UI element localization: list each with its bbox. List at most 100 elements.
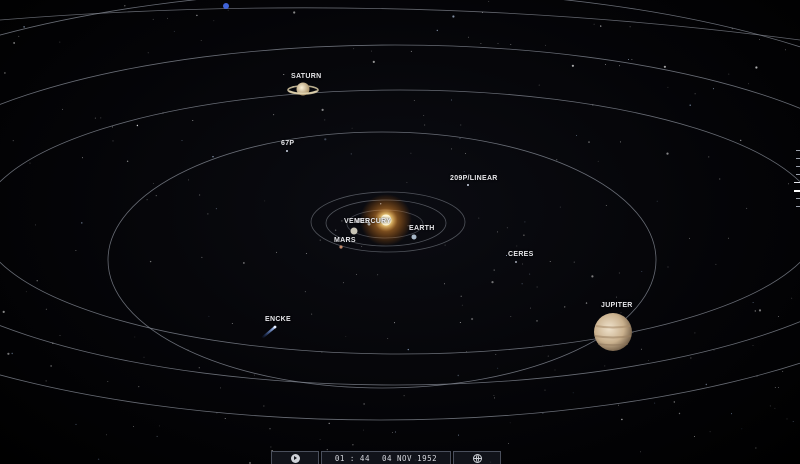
- star: [152, 183, 154, 185]
- star: [715, 263, 717, 265]
- star: [640, 451, 641, 453]
- comet-209p-icon[interactable]: [467, 184, 469, 186]
- star: [326, 449, 328, 451]
- star: [774, 387, 776, 389]
- star: [23, 26, 25, 28]
- star: [220, 387, 222, 389]
- star: [689, 104, 691, 106]
- date-value: 04 NOV 1952: [381, 453, 438, 463]
- star: [181, 140, 183, 142]
- star: [731, 413, 732, 415]
- star: [62, 108, 64, 110]
- star: [311, 313, 313, 315]
- star: [559, 206, 561, 208]
- saturn-icon[interactable]: [287, 82, 319, 96]
- mercury-label[interactable]: MERCURY: [354, 218, 391, 225]
- star: [741, 428, 743, 430]
- star: [201, 256, 203, 258]
- star: [263, 405, 265, 407]
- star: [529, 307, 531, 309]
- star: [506, 255, 507, 256]
- star: [467, 36, 469, 38]
- earth-label[interactable]: EARTH: [409, 225, 435, 232]
- star: [564, 306, 566, 308]
- star: [493, 395, 495, 397]
- star: [471, 317, 474, 321]
- star: [341, 220, 343, 222]
- star: [156, 435, 158, 437]
- far-planet-icon[interactable]: [223, 3, 229, 9]
- star: [497, 43, 499, 45]
- comet-67p-label[interactable]: 67P: [281, 140, 294, 147]
- star: [319, 239, 321, 241]
- star: [351, 127, 353, 129]
- star: [588, 141, 590, 143]
- mars-icon[interactable]: [339, 245, 343, 249]
- star: [444, 283, 445, 285]
- star: [620, 312, 622, 314]
- star: [94, 117, 96, 119]
- mars-label[interactable]: MARS: [334, 237, 356, 244]
- star: [461, 304, 463, 306]
- star: [656, 200, 658, 202]
- star: [59, 41, 61, 43]
- star: [377, 274, 379, 276]
- star: [460, 124, 462, 126]
- star: [759, 38, 760, 40]
- encke-comet-icon[interactable]: [260, 325, 277, 340]
- star: [538, 84, 540, 86]
- star: [529, 273, 531, 275]
- star: [521, 283, 523, 285]
- saturn-label[interactable]: SATURN: [291, 73, 321, 80]
- star: [192, 119, 194, 121]
- star: [522, 263, 524, 265]
- star: [147, 52, 149, 54]
- star: [463, 171, 465, 173]
- ceres-label[interactable]: CERES: [508, 251, 534, 258]
- star: [213, 20, 215, 22]
- star: [648, 360, 649, 362]
- star: [133, 426, 134, 428]
- star: [124, 5, 126, 7]
- encke-label[interactable]: ENCKE: [265, 316, 291, 323]
- star: [45, 308, 47, 310]
- jupiter-icon[interactable]: [594, 313, 632, 351]
- comet-67p-icon[interactable]: [286, 150, 288, 152]
- star: [497, 231, 498, 233]
- star: [253, 374, 255, 376]
- star: [509, 422, 511, 424]
- star: [345, 335, 347, 337]
- star: [506, 227, 508, 229]
- star: [752, 302, 754, 303]
- ceres-icon[interactable]: [515, 261, 517, 263]
- star: [748, 83, 750, 85]
- jupiter-label[interactable]: JUPITER: [601, 302, 633, 309]
- datetime-display[interactable]: 01 : 44 04 NOV 1952: [321, 451, 451, 464]
- star: [158, 425, 160, 427]
- star: [13, 42, 15, 44]
- star: [361, 246, 363, 247]
- view-mode-button[interactable]: [453, 451, 501, 464]
- star: [727, 237, 729, 239]
- star: [11, 352, 13, 355]
- star: [410, 50, 412, 52]
- star: [36, 280, 38, 282]
- venus-icon[interactable]: [350, 227, 358, 235]
- orbit-scene[interactable]: [0, 0, 800, 464]
- star: [629, 26, 631, 28]
- star: [777, 386, 779, 388]
- star: [198, 367, 200, 369]
- star: [585, 302, 588, 304]
- solar-system-viewport[interactable]: SATURN 67P 209P/LINEAR VENUS MERCURY EAR…: [0, 0, 800, 464]
- star: [363, 429, 364, 431]
- star: [407, 348, 409, 351]
- earth-icon[interactable]: [411, 234, 417, 240]
- comet-209p-label[interactable]: 209P/LINEAR: [450, 175, 498, 182]
- star: [107, 381, 109, 383]
- star: [523, 234, 525, 236]
- star: [593, 23, 595, 25]
- star: [673, 401, 675, 403]
- star: [491, 281, 494, 284]
- star: [243, 262, 245, 264]
- play-button[interactable]: [271, 451, 319, 464]
